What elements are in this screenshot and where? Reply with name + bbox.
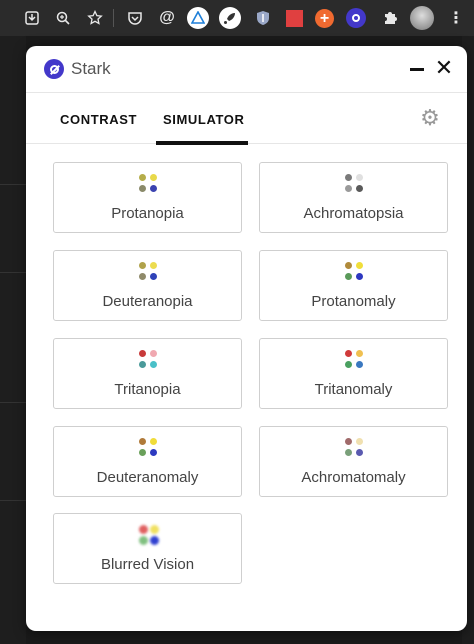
swatch-dot: [149, 185, 157, 192]
color-swatch-icon: [344, 262, 364, 282]
close-icon: ✕: [434, 55, 454, 80]
simulator-card-label: Achromatopsia: [303, 205, 404, 222]
gear-icon[interactable]: ⚙: [419, 107, 441, 129]
simulator-card-label: Deuteranopia: [102, 293, 193, 310]
swatch-dot: [149, 536, 159, 545]
swatch-dot: [355, 361, 363, 368]
rocket-icon[interactable]: [219, 7, 241, 29]
swatch-dot: [138, 174, 146, 181]
swatch-dot: [355, 438, 363, 445]
swatch-dot: [355, 350, 363, 357]
swatch-dot: [149, 525, 159, 534]
plus-orange-icon[interactable]: +: [315, 9, 334, 28]
tab-simulator[interactable]: SIMULATOR: [163, 112, 244, 127]
tab-contrast[interactable]: CONTRAST: [60, 112, 137, 127]
browser-toolbar: @ + ⋮: [0, 0, 474, 36]
color-swatch-icon: [344, 350, 364, 370]
extension-blue-icon[interactable]: [187, 7, 209, 29]
swatch-dot: [355, 262, 363, 269]
swatch-dot: [355, 273, 363, 280]
swatch-dot: [355, 449, 363, 456]
stark-logo-icon: [44, 59, 64, 79]
minimize-button[interactable]: [406, 57, 428, 79]
swatch-dot: [344, 361, 352, 368]
simulator-card-label: Blurred Vision: [100, 556, 195, 573]
zoom-icon[interactable]: [52, 7, 74, 29]
simulator-card-label: Achromatomaly: [301, 469, 406, 486]
swatch-dot: [149, 449, 157, 456]
download-icon[interactable]: [21, 7, 43, 29]
swatch-dot: [344, 449, 352, 456]
swatch-dot: [344, 185, 352, 192]
simulator-card-deuteranopia[interactable]: Deuteranopia: [53, 250, 242, 321]
simulator-card-deuteranomaly[interactable]: Deuteranomaly: [53, 426, 242, 497]
color-swatch-icon: [138, 262, 158, 282]
stark-icon[interactable]: [346, 8, 366, 28]
swatch-dot: [138, 449, 146, 456]
simulator-card-tritanomaly[interactable]: Tritanomaly: [259, 338, 448, 409]
color-swatch-icon: [138, 525, 159, 545]
swatch-dot: [344, 262, 352, 269]
swatch-dot: [138, 361, 146, 368]
simulator-card-label: Protanopia: [111, 205, 184, 222]
swatch-dot: [149, 350, 157, 357]
simulator-card-achromatomaly[interactable]: Achromatomaly: [259, 426, 448, 497]
stark-popup: Stark ✕ CONTRAST SIMULATOR ⚙ Protanopia A…: [26, 46, 467, 631]
swatch-dot: [149, 273, 157, 280]
page-background-left: [0, 36, 26, 644]
at-icon[interactable]: @: [156, 7, 178, 29]
swatch-dot: [344, 438, 352, 445]
more-vert-icon[interactable]: ⋮: [445, 7, 467, 29]
simulator-card-label: Tritanomaly: [314, 381, 393, 398]
color-swatch-icon: [138, 174, 158, 194]
color-swatch-icon: [344, 438, 364, 458]
simulator-card-blurred-vision[interactable]: Blurred Vision: [53, 513, 242, 584]
swatch-dot: [138, 438, 146, 445]
active-tab-indicator: [156, 141, 248, 145]
minimize-icon: [410, 67, 424, 71]
bookmark-star-icon[interactable]: [84, 7, 106, 29]
swatch-dot: [138, 525, 148, 534]
tab-bar: CONTRAST SIMULATOR ⚙: [26, 92, 467, 145]
swatch-dot: [149, 262, 157, 269]
swatch-dot: [138, 536, 148, 545]
swatch-dot: [344, 273, 352, 280]
swatch-dot: [149, 174, 157, 181]
swatch-dot: [344, 174, 352, 181]
simulator-card-tritanopia[interactable]: Tritanopia: [53, 338, 242, 409]
app-title: Stark: [71, 59, 111, 78]
simulator-card-label: Tritanopia: [114, 381, 181, 398]
red-square-icon[interactable]: [283, 7, 305, 29]
popup-header: Stark ✕: [26, 46, 467, 92]
simulator-card-label: Deuteranomaly: [96, 469, 199, 486]
avatar[interactable]: [410, 6, 434, 30]
swatch-dot: [149, 361, 157, 368]
simulator-card-protanomaly[interactable]: Protanomaly: [259, 250, 448, 321]
color-swatch-icon: [344, 174, 364, 194]
swatch-dot: [355, 174, 363, 181]
simulator-card-protanopia[interactable]: Protanopia: [53, 162, 242, 233]
simulator-card-achromatopsia[interactable]: Achromatopsia: [259, 162, 448, 233]
shield-icon[interactable]: [252, 7, 274, 29]
swatch-dot: [138, 350, 146, 357]
pocket-icon[interactable]: [124, 7, 146, 29]
color-swatch-icon: [138, 350, 158, 370]
swatch-dot: [355, 185, 363, 192]
color-swatch-icon: [138, 438, 158, 458]
close-button[interactable]: ✕: [433, 55, 455, 80]
swatch-dot: [138, 185, 146, 192]
toolbar-divider: [113, 9, 114, 27]
swatch-dot: [344, 350, 352, 357]
swatch-dot: [149, 438, 157, 445]
swatch-dot: [138, 262, 146, 269]
swatch-dot: [138, 273, 146, 280]
puzzle-icon[interactable]: [379, 7, 401, 29]
simulator-card-label: Protanomaly: [311, 293, 396, 310]
